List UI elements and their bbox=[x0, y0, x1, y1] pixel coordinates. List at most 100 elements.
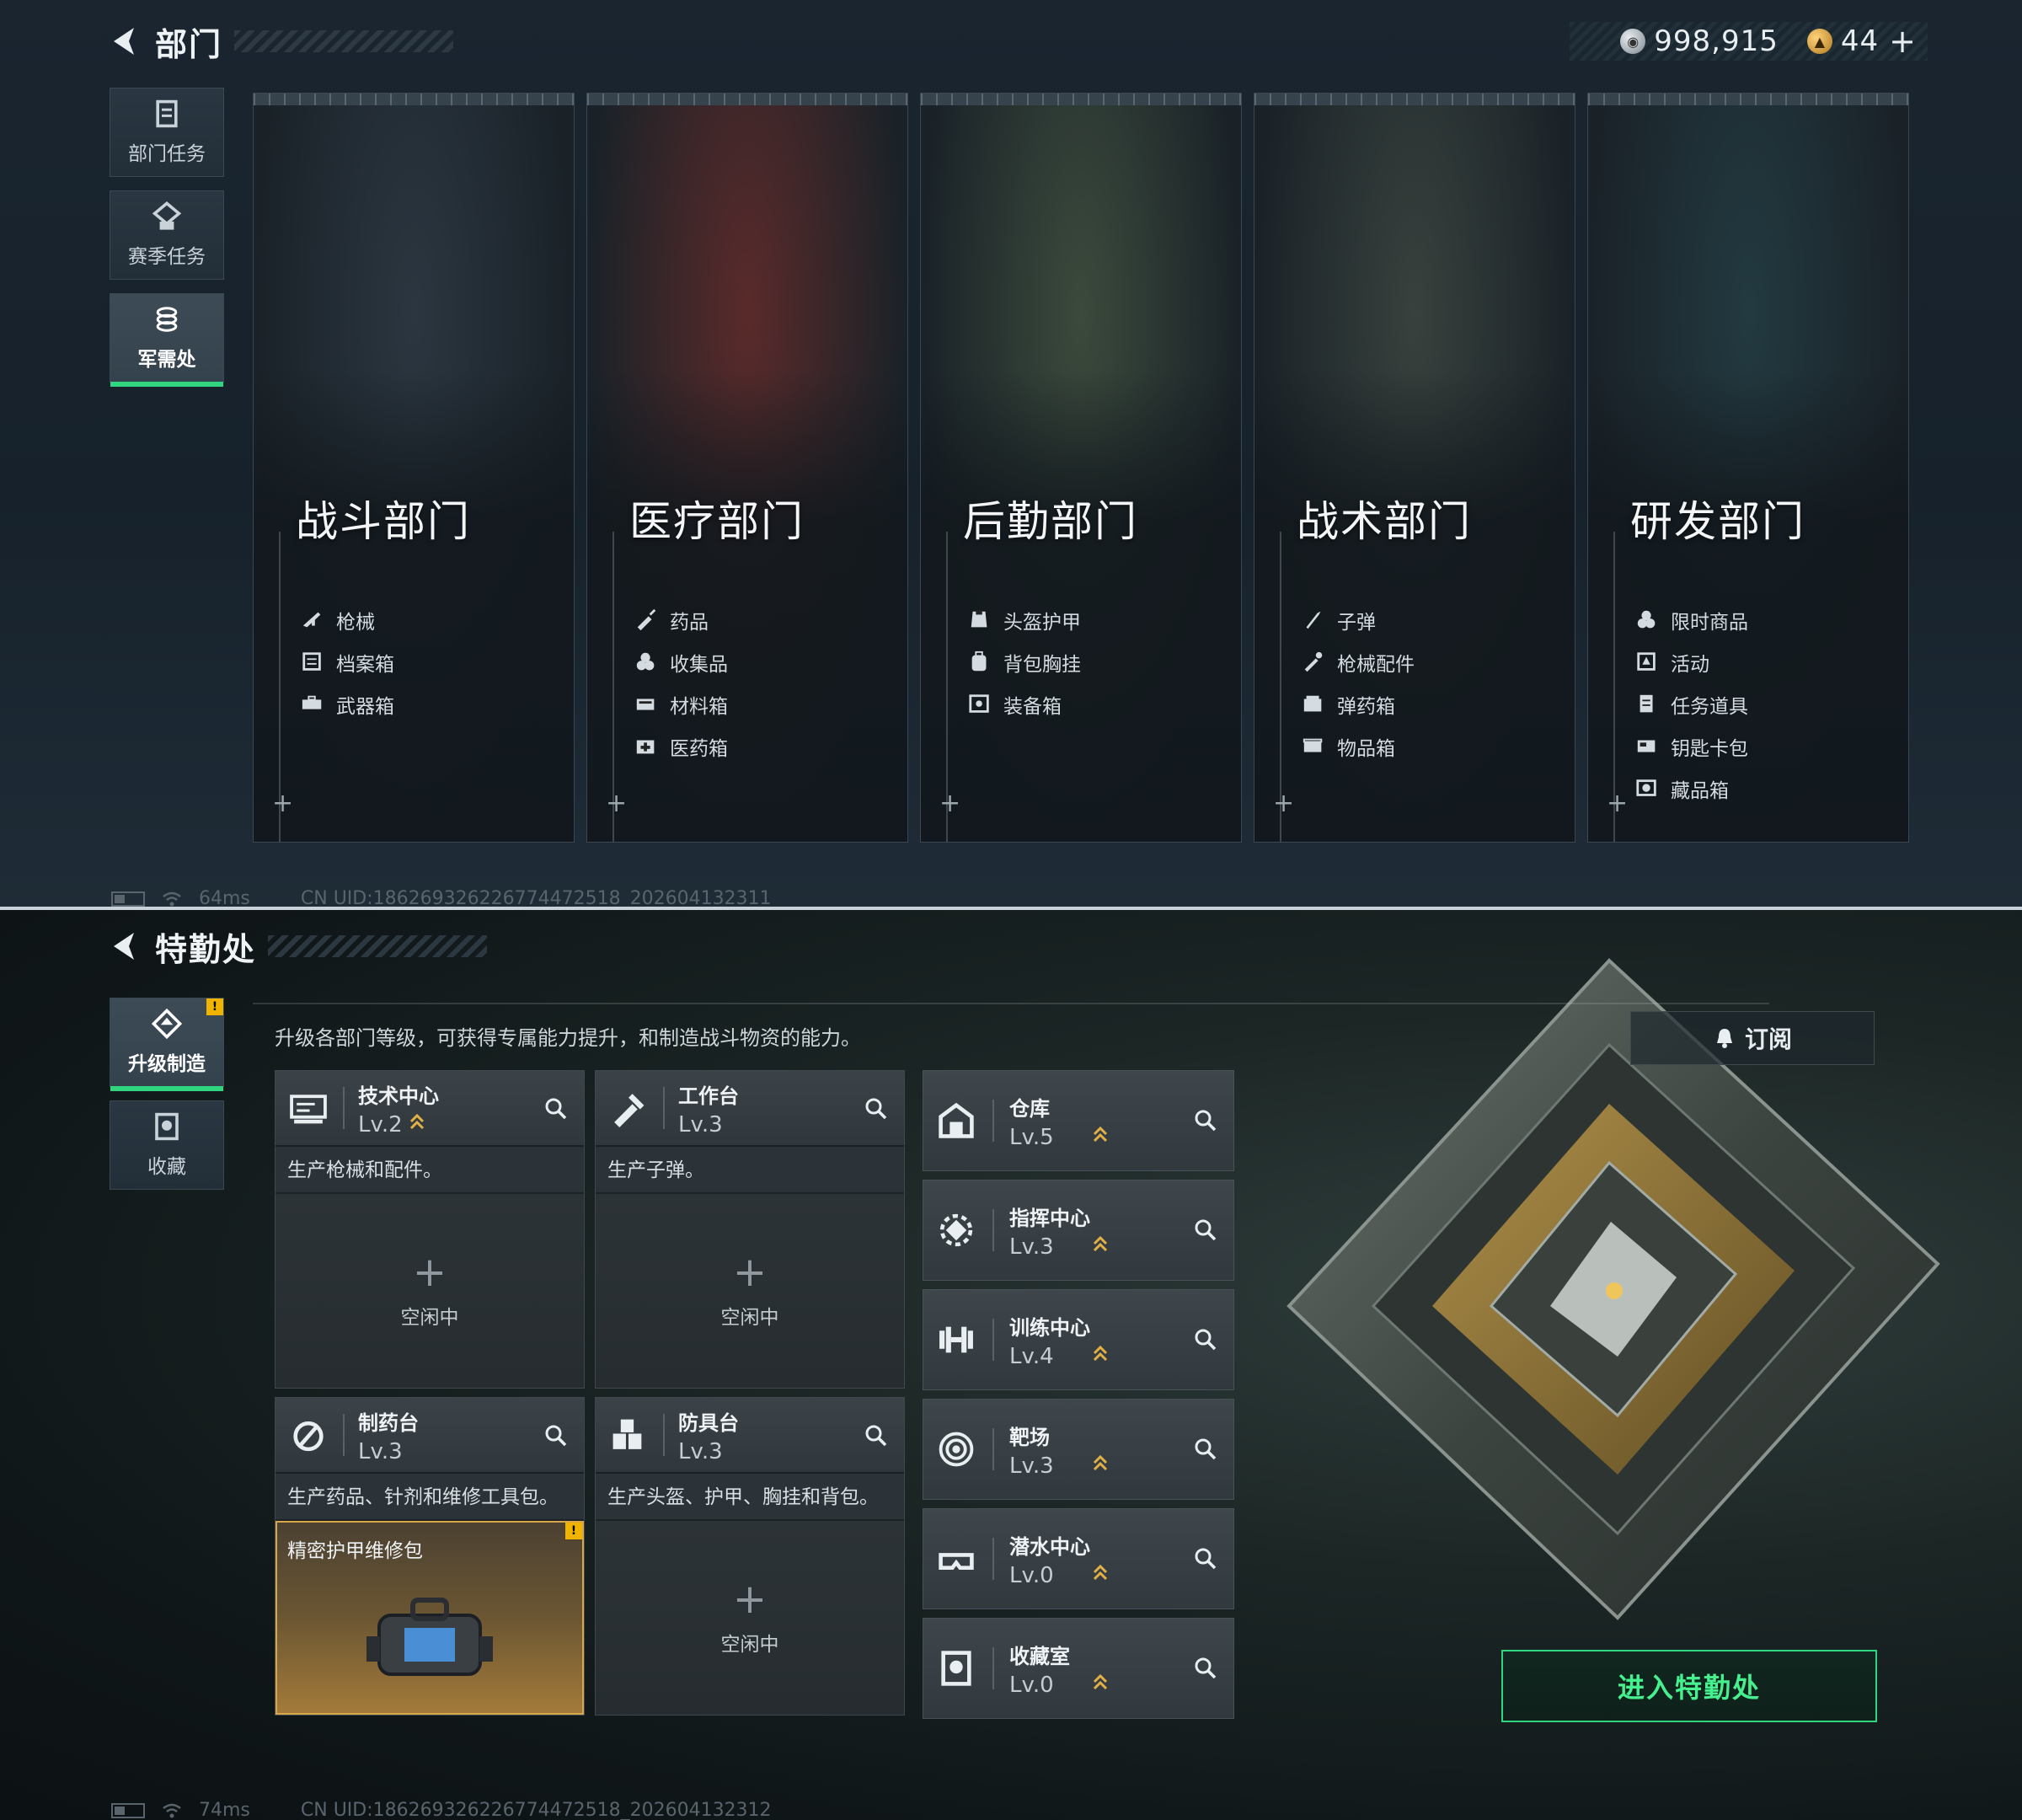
desc-divider bbox=[253, 1003, 1769, 1004]
category-label: 背包胸挂 bbox=[1003, 654, 1081, 676]
production-slot[interactable]: + 空闲中 bbox=[596, 1521, 904, 1715]
facility-item[interactable]: 指挥中心 Lv.3 bbox=[923, 1180, 1234, 1281]
tech-center-icon bbox=[287, 1087, 329, 1129]
category-item[interactable]: 钥匙卡包 bbox=[1635, 725, 1748, 768]
station-description: 生产子弹。 bbox=[596, 1147, 904, 1194]
station-description: 生产药品、针剂和维修工具包。 bbox=[275, 1474, 584, 1521]
title-hatch bbox=[234, 30, 454, 52]
category-item[interactable]: 藏品箱 bbox=[1635, 768, 1748, 810]
header-separator bbox=[663, 1414, 665, 1456]
back-button[interactable] bbox=[108, 24, 143, 59]
category-item[interactable]: 子弹 bbox=[1302, 599, 1415, 641]
search-icon[interactable] bbox=[543, 1423, 569, 1448]
sidebar-item-label: 部门任务 bbox=[128, 143, 206, 165]
uid-text: CN UID:1862693262267744725​18_2026041323… bbox=[300, 888, 772, 908]
medkit-icon bbox=[634, 735, 658, 758]
facility-info: 收藏室 Lv.0 bbox=[1009, 1640, 1108, 1698]
category-item[interactable]: 头盔护甲 bbox=[968, 599, 1081, 641]
search-icon[interactable] bbox=[1193, 1327, 1218, 1352]
category-item[interactable]: 任务道具 bbox=[1635, 683, 1748, 725]
production-slot[interactable]: + 空闲中 bbox=[275, 1194, 584, 1388]
header: 部门 bbox=[108, 20, 454, 63]
station-header[interactable]: 工作台 Lv.3 bbox=[596, 1071, 904, 1147]
header-separator bbox=[992, 1647, 994, 1689]
facility-item[interactable]: 收藏室 Lv.0 bbox=[923, 1618, 1234, 1719]
facility-item[interactable]: 靶场 Lv.3 bbox=[923, 1399, 1234, 1500]
search-icon[interactable] bbox=[1193, 1437, 1218, 1462]
search-icon[interactable] bbox=[543, 1096, 569, 1121]
station-description: 生产头盔、护甲、胸挂和背包。 bbox=[596, 1474, 904, 1521]
category-label: 医药箱 bbox=[670, 738, 728, 760]
category-item[interactable]: 材料箱 bbox=[634, 683, 728, 725]
department-card[interactable]: 战斗部门 枪械 档案箱 武器箱 + bbox=[253, 93, 575, 843]
category-item[interactable]: 收集品 bbox=[634, 641, 728, 683]
category-label: 钥匙卡包 bbox=[1671, 738, 1748, 760]
category-label: 武器箱 bbox=[336, 696, 394, 718]
battery-icon bbox=[111, 891, 145, 907]
category-item[interactable]: 装备箱 bbox=[968, 683, 1081, 725]
search-icon[interactable] bbox=[1193, 1218, 1218, 1243]
category-item[interactable]: 枪械配件 bbox=[1302, 641, 1415, 683]
enter-special-ops-button[interactable]: 进入特勤处 bbox=[1501, 1650, 1877, 1722]
season-icon bbox=[152, 201, 182, 235]
department-card[interactable]: 研发部门 限时商品 活动 任务道具 钥匙卡包 藏品箱 + bbox=[1587, 93, 1909, 843]
top-sidebar-item[interactable]: 军需处 bbox=[110, 293, 224, 387]
bullet-icon bbox=[1302, 608, 1325, 632]
department-card[interactable]: 战术部门 子弹 枪械配件 弹药箱 物品箱 + bbox=[1254, 93, 1575, 843]
upgrade-available-icon bbox=[409, 1112, 425, 1138]
category-item[interactable]: 背包胸挂 bbox=[968, 641, 1081, 683]
level-text: Lv.3 bbox=[678, 1438, 723, 1464]
keycard-icon bbox=[1635, 735, 1659, 758]
level-text: Lv.4 bbox=[1009, 1343, 1054, 1369]
facility-level: Lv.4 bbox=[1009, 1344, 1108, 1369]
search-icon[interactable] bbox=[1193, 1656, 1218, 1681]
header: 特勤处 bbox=[108, 925, 488, 968]
search-icon[interactable] bbox=[1193, 1108, 1218, 1133]
sidebar-item-label: 军需处 bbox=[137, 349, 196, 371]
status-footer: 74ms CN UID:186269326226774472518_202604… bbox=[111, 1800, 772, 1820]
facility-info: 潜水中心 Lv.0 bbox=[1009, 1530, 1108, 1588]
add-currency-button[interactable]: + bbox=[1889, 23, 1916, 60]
department-cards: 战斗部门 枪械 档案箱 武器箱 + 医疗部门 药品 收集品 材料箱 医药箱 + 后勤部门 头盔护甲 背包胸… bbox=[253, 93, 1909, 843]
category-item[interactable]: 弹药箱 bbox=[1302, 683, 1415, 725]
bottom-sidebar-item[interactable]: 升级制造! bbox=[110, 998, 224, 1091]
page-description: 升级各部门等级，可获得专属能力提升，和制造战斗物资的能力。 bbox=[275, 1026, 861, 1050]
department-card[interactable]: 后勤部门 头盔护甲 背包胸挂 装备箱 + bbox=[920, 93, 1242, 843]
search-icon[interactable] bbox=[864, 1096, 889, 1121]
battery-icon bbox=[111, 1802, 145, 1818]
production-slot[interactable]: 精密护甲维修包! bbox=[275, 1521, 584, 1715]
bottom-sidebar-item[interactable]: 收藏 bbox=[110, 1100, 224, 1190]
slot-status: 空闲中 bbox=[400, 1307, 459, 1329]
department-card[interactable]: 医疗部门 药品 收集品 材料箱 医药箱 + bbox=[586, 93, 908, 843]
facility-item[interactable]: 仓库 Lv.5 bbox=[923, 1070, 1234, 1171]
card-header-strip bbox=[921, 94, 1241, 105]
category-item[interactable]: 物品箱 bbox=[1302, 725, 1415, 768]
station-header[interactable]: 制药台 Lv.3 bbox=[275, 1398, 584, 1474]
category-item[interactable]: 限时商品 bbox=[1635, 599, 1748, 641]
category-item[interactable]: 药品 bbox=[634, 599, 728, 641]
currency-bar: ◉ 998,915 ▲ 44 + bbox=[1570, 22, 1928, 61]
back-button[interactable] bbox=[108, 929, 143, 964]
facility-item[interactable]: 训练中心 Lv.4 bbox=[923, 1289, 1234, 1390]
card-corner-mark: + bbox=[939, 789, 961, 818]
search-icon[interactable] bbox=[864, 1423, 889, 1448]
category-item[interactable]: 医药箱 bbox=[634, 725, 728, 768]
top-sidebar-item[interactable]: 赛季任务 bbox=[110, 190, 224, 280]
station-header[interactable]: 技术中心 Lv.2 bbox=[275, 1071, 584, 1147]
category-item[interactable]: 活动 bbox=[1635, 641, 1748, 683]
category-item[interactable]: 武器箱 bbox=[301, 683, 394, 725]
search-icon[interactable] bbox=[1193, 1546, 1218, 1571]
category-item[interactable]: 档案箱 bbox=[301, 641, 394, 683]
subscribe-button[interactable]: 订阅 bbox=[1630, 1011, 1875, 1065]
gold-value: 44 bbox=[1840, 24, 1880, 58]
production-slot[interactable]: + 空闲中 bbox=[596, 1194, 904, 1388]
rifle-icon bbox=[301, 608, 324, 632]
category-item[interactable]: 枪械 bbox=[301, 599, 394, 641]
top-sidebar-item[interactable]: 部门任务 bbox=[110, 88, 224, 177]
department-category-list: 子弹 枪械配件 弹药箱 物品箱 bbox=[1302, 599, 1415, 768]
collection-box-icon bbox=[1635, 777, 1659, 800]
station-header[interactable]: 防具台 Lv.3 bbox=[596, 1398, 904, 1474]
sidebar-item-label: 收藏 bbox=[147, 1156, 186, 1178]
facility-item[interactable]: 潜水中心 Lv.0 bbox=[923, 1508, 1234, 1609]
header-separator bbox=[992, 1319, 994, 1361]
